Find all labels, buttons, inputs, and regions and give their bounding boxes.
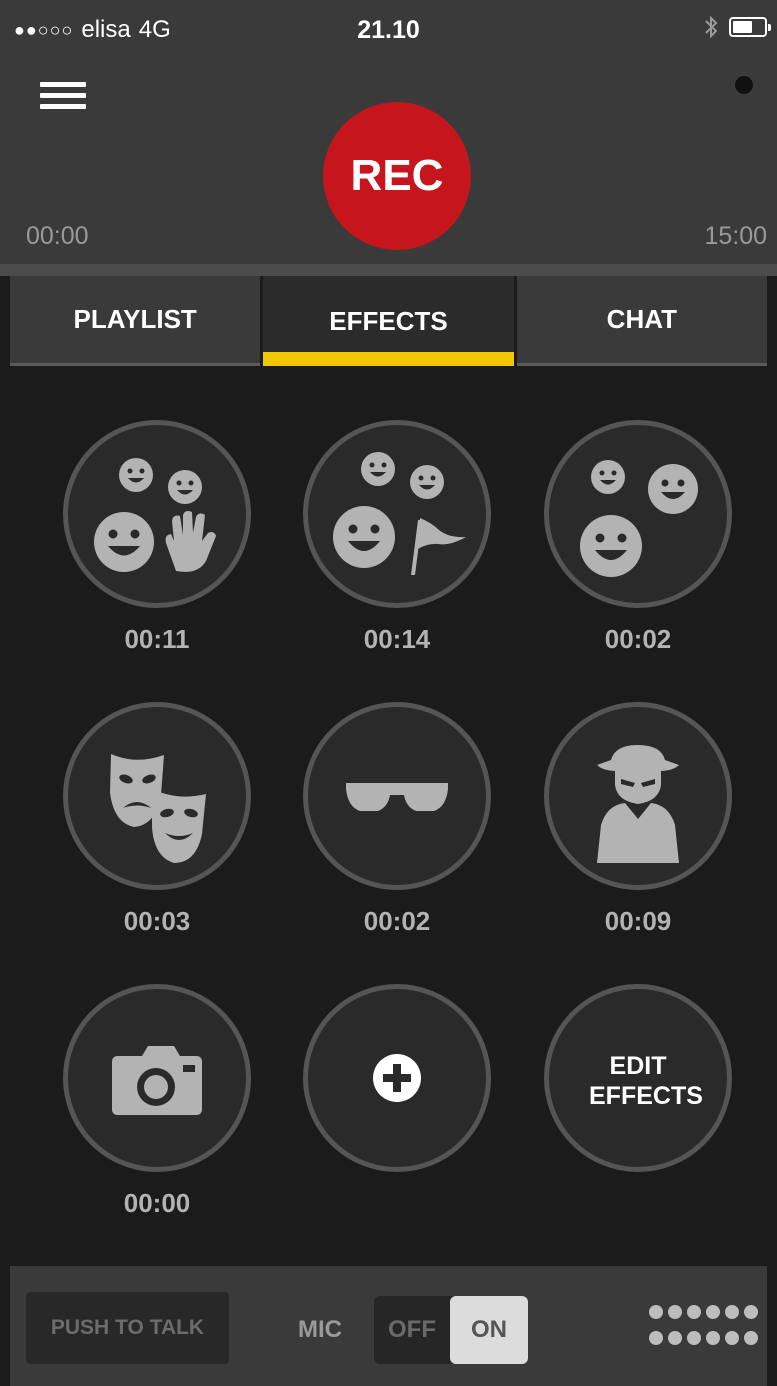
recording-header: REC 00:00 15:00 <box>0 58 777 264</box>
effect-button-spy[interactable] <box>544 702 732 890</box>
bluetooth-icon <box>705 15 718 39</box>
mic-toggle-on[interactable]: ON <box>450 1296 528 1364</box>
effect-duration: 00:02 <box>604 624 672 654</box>
effect-item: 00:02 <box>544 420 732 655</box>
drag-handle-icon[interactable] <box>648 1298 760 1354</box>
smiley-clap-icon <box>94 458 216 572</box>
clock: 21.10 <box>357 16 420 44</box>
smiley-flag-icon <box>333 452 466 575</box>
sunglasses-icon <box>346 783 448 811</box>
effect-duration: 00:03 <box>123 906 191 936</box>
theater-masks-icon <box>110 754 206 863</box>
elapsed-time: 00:00 <box>26 222 89 250</box>
effect-item: 00:09 <box>544 702 732 937</box>
effect-duration: 00:09 <box>604 906 672 936</box>
effect-button-theater[interactable] <box>63 702 251 890</box>
tab-effects[interactable]: EFFECTS <box>263 276 514 366</box>
mic-toggle-off[interactable]: OFF <box>388 1316 436 1344</box>
edit-effects-label: EDIT EFFECTS <box>589 1052 703 1110</box>
mic-label: MIC <box>298 1316 342 1343</box>
effect-button-clap[interactable] <box>63 420 251 608</box>
mic-toggle[interactable]: OFF ON <box>374 1296 528 1364</box>
total-time: 15:00 <box>704 222 767 250</box>
status-icons <box>703 14 771 40</box>
tab-bar: PLAYLIST EFFECTS CHAT <box>10 276 767 366</box>
effect-item: 00:03 <box>63 702 251 937</box>
edit-effects-button[interactable]: EDIT EFFECTS <box>544 984 732 1172</box>
effect-duration: 00:11 <box>124 624 190 654</box>
tab-chat[interactable]: CHAT <box>516 276 767 366</box>
effect-button-cool[interactable] <box>303 702 491 890</box>
status-bar: ●●○○○ elisa 4G 21.10 <box>0 0 777 58</box>
effect-item <box>303 984 491 1172</box>
camera-icon <box>112 1046 202 1115</box>
smiley-group-icon <box>580 460 698 577</box>
tab-playlist[interactable]: PLAYLIST <box>10 276 261 366</box>
effect-duration: 00:00 <box>123 1188 191 1218</box>
menu-icon[interactable] <box>40 82 86 116</box>
effect-button-camera[interactable] <box>63 984 251 1172</box>
effect-duration: 00:14 <box>363 624 431 654</box>
effect-item: 00:02 <box>303 702 491 937</box>
push-to-talk-button[interactable]: PUSH TO TALK <box>26 1292 229 1364</box>
effect-button-crowd[interactable] <box>544 420 732 608</box>
effect-duration: 00:02 <box>363 906 431 936</box>
effect-item: 00:14 <box>303 420 491 655</box>
header-divider <box>0 264 777 276</box>
effect-item: 00:11 <box>63 420 251 655</box>
add-effect-button[interactable] <box>303 984 491 1172</box>
effect-item: EDIT EFFECTS <box>544 984 732 1172</box>
spy-icon <box>597 745 679 863</box>
bottom-bar: PUSH TO TALK MIC OFF ON <box>10 1266 767 1386</box>
battery-icon <box>729 17 771 37</box>
effect-item: 00:00 <box>63 984 251 1219</box>
status-indicator-dot <box>735 76 753 94</box>
effect-button-flag[interactable] <box>303 420 491 608</box>
plus-icon <box>373 1054 421 1102</box>
record-button[interactable]: REC <box>323 102 471 250</box>
